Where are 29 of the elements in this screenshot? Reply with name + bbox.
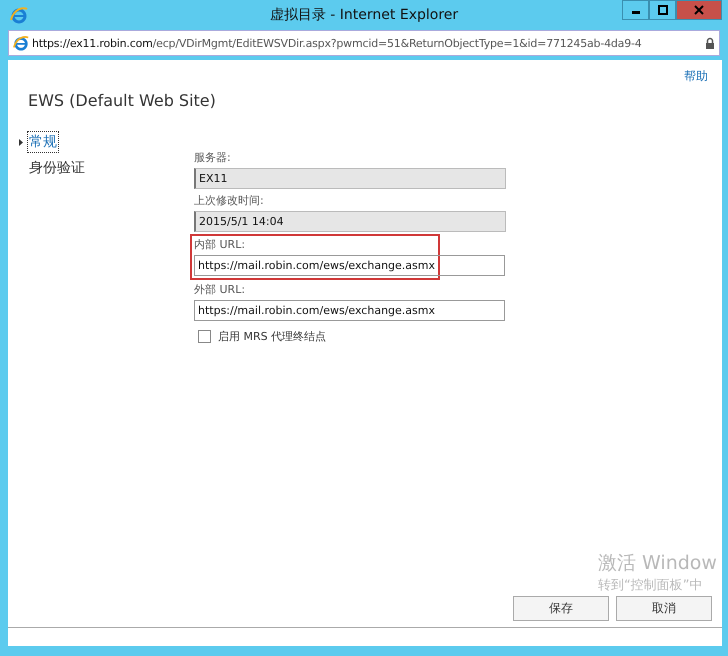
browser-logo-icon <box>10 6 28 24</box>
field-label: 上次修改时间: <box>194 193 265 208</box>
activation-title: 激活 Window <box>598 551 717 576</box>
dialog-button[interactable]: 保存 <box>513 596 609 621</box>
text-field[interactable]: https://mail.robin.com/ews/exchange.asmx <box>194 300 505 321</box>
caret-icon <box>19 138 23 146</box>
activation-text: 转到“控制面板”中 <box>598 577 704 594</box>
field-label: 外部 URL: <box>194 282 246 297</box>
sidebar-item[interactable]: 常规 <box>28 132 58 152</box>
sidebar-item[interactable]: 身份验证 <box>28 158 86 178</box>
browser-logo-icon <box>13 35 29 51</box>
close-button[interactable] <box>676 0 722 20</box>
field-label: 服务器: <box>194 150 232 165</box>
checkbox-label: 启用 MRS 代理终结点 <box>218 329 326 344</box>
page-title: EWS (Default Web Site) <box>27 90 217 110</box>
url-host: https://ex11.robin.com <box>32 36 153 50</box>
close-icon <box>694 5 704 15</box>
window-title: 虚拟目录 - Internet Explorer <box>270 6 458 24</box>
field-label: 内部 URL: <box>194 237 246 252</box>
text-field[interactable]: https://mail.robin.com/ews/exchange.asmx <box>194 255 505 276</box>
help-link[interactable]: 帮助 <box>684 68 708 85</box>
maximize-button[interactable] <box>649 0 676 20</box>
dialog-button[interactable]: 取消 <box>616 596 712 621</box>
url-path: /ecp/VDirMgmt/EditEWSVDir.aspx?pwmcid=51&ReturnObjectType=1&id=771245ab-4da9-4 <box>152 36 642 50</box>
minimize-button[interactable] <box>622 0 649 20</box>
checkbox[interactable] <box>198 330 211 343</box>
lock-icon <box>705 37 715 49</box>
address-bar[interactable]: https://ex11.robin.com/ecp/VDirMgmt/EditEWSVDir.aspx?pwmcid=51&ReturnObjectType=1&id=771245ab-4da9-4 <box>8 30 720 56</box>
maximize-icon <box>658 5 668 15</box>
